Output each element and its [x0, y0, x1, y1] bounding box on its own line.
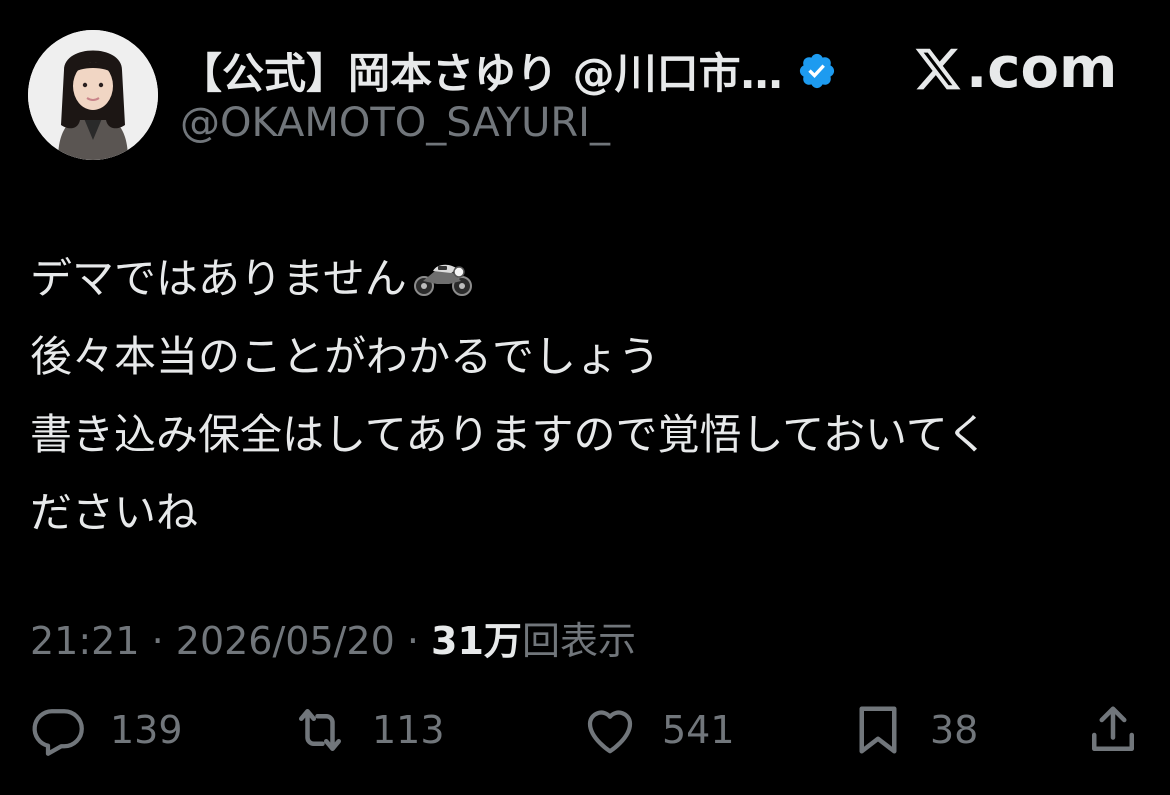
share-button[interactable]: [1083, 700, 1143, 760]
x-logo-icon: [915, 48, 961, 89]
author-display-name[interactable]: 【公式】岡本さゆり @川口市…: [180, 40, 783, 101]
avatar[interactable]: [28, 30, 158, 160]
meta-separator: ·: [394, 619, 432, 663]
heart-icon: [587, 710, 633, 754]
reply-count: 139: [110, 708, 183, 752]
repost-icon: [299, 709, 341, 751]
reply-icon: [32, 709, 84, 756]
tweet-date[interactable]: 2026/05/20: [176, 619, 395, 663]
tweet-line-4: ださいね: [30, 488, 199, 537]
author-name-row: 【公式】岡本さゆり @川口市…: [180, 40, 837, 101]
motorcycle-emoji-icon: [413, 264, 472, 296]
meta-separator: ·: [139, 619, 176, 663]
author-handle[interactable]: @OKAMOTO_SAYURI_: [180, 100, 610, 146]
tweet-meta: 21:21 · 2026/05/20 · 31万回表示: [30, 610, 636, 665]
bookmark-count: 38: [930, 708, 979, 752]
tweet-line-2: 後々本当のことがわかるでしょう: [30, 332, 661, 381]
repost-count: 113: [372, 708, 445, 752]
like-button[interactable]: 541: [580, 700, 735, 760]
share-icon: [1092, 706, 1134, 751]
bookmark-icon: [859, 706, 897, 754]
like-count: 541: [662, 708, 735, 752]
reply-button[interactable]: 139: [28, 700, 183, 760]
brand-watermark: .com: [912, 36, 1117, 101]
views-label: 回表示: [521, 619, 636, 663]
tweet-line-3: 書き込み保全はしてありますので覚悟しておいてく: [30, 410, 989, 459]
profile-photo-avatar: [28, 30, 158, 160]
tweet-text: デマではありません 後々本当のことがわかるでしょう 書き込み保全はしてありますの…: [30, 240, 1140, 552]
views-count[interactable]: 31万: [431, 619, 522, 663]
bookmark-button[interactable]: 38: [848, 700, 978, 760]
brand-text: .com: [966, 36, 1118, 101]
tweet-time[interactable]: 21:21: [30, 619, 140, 663]
repost-button[interactable]: 113: [290, 700, 445, 760]
tweet-line-1-text: デマではありません: [30, 254, 407, 303]
verified-badge-icon: [799, 53, 834, 88]
tweet-line-1: デマではありません: [30, 240, 1140, 318]
action-bar: 139 113 541 38: [28, 700, 1143, 770]
